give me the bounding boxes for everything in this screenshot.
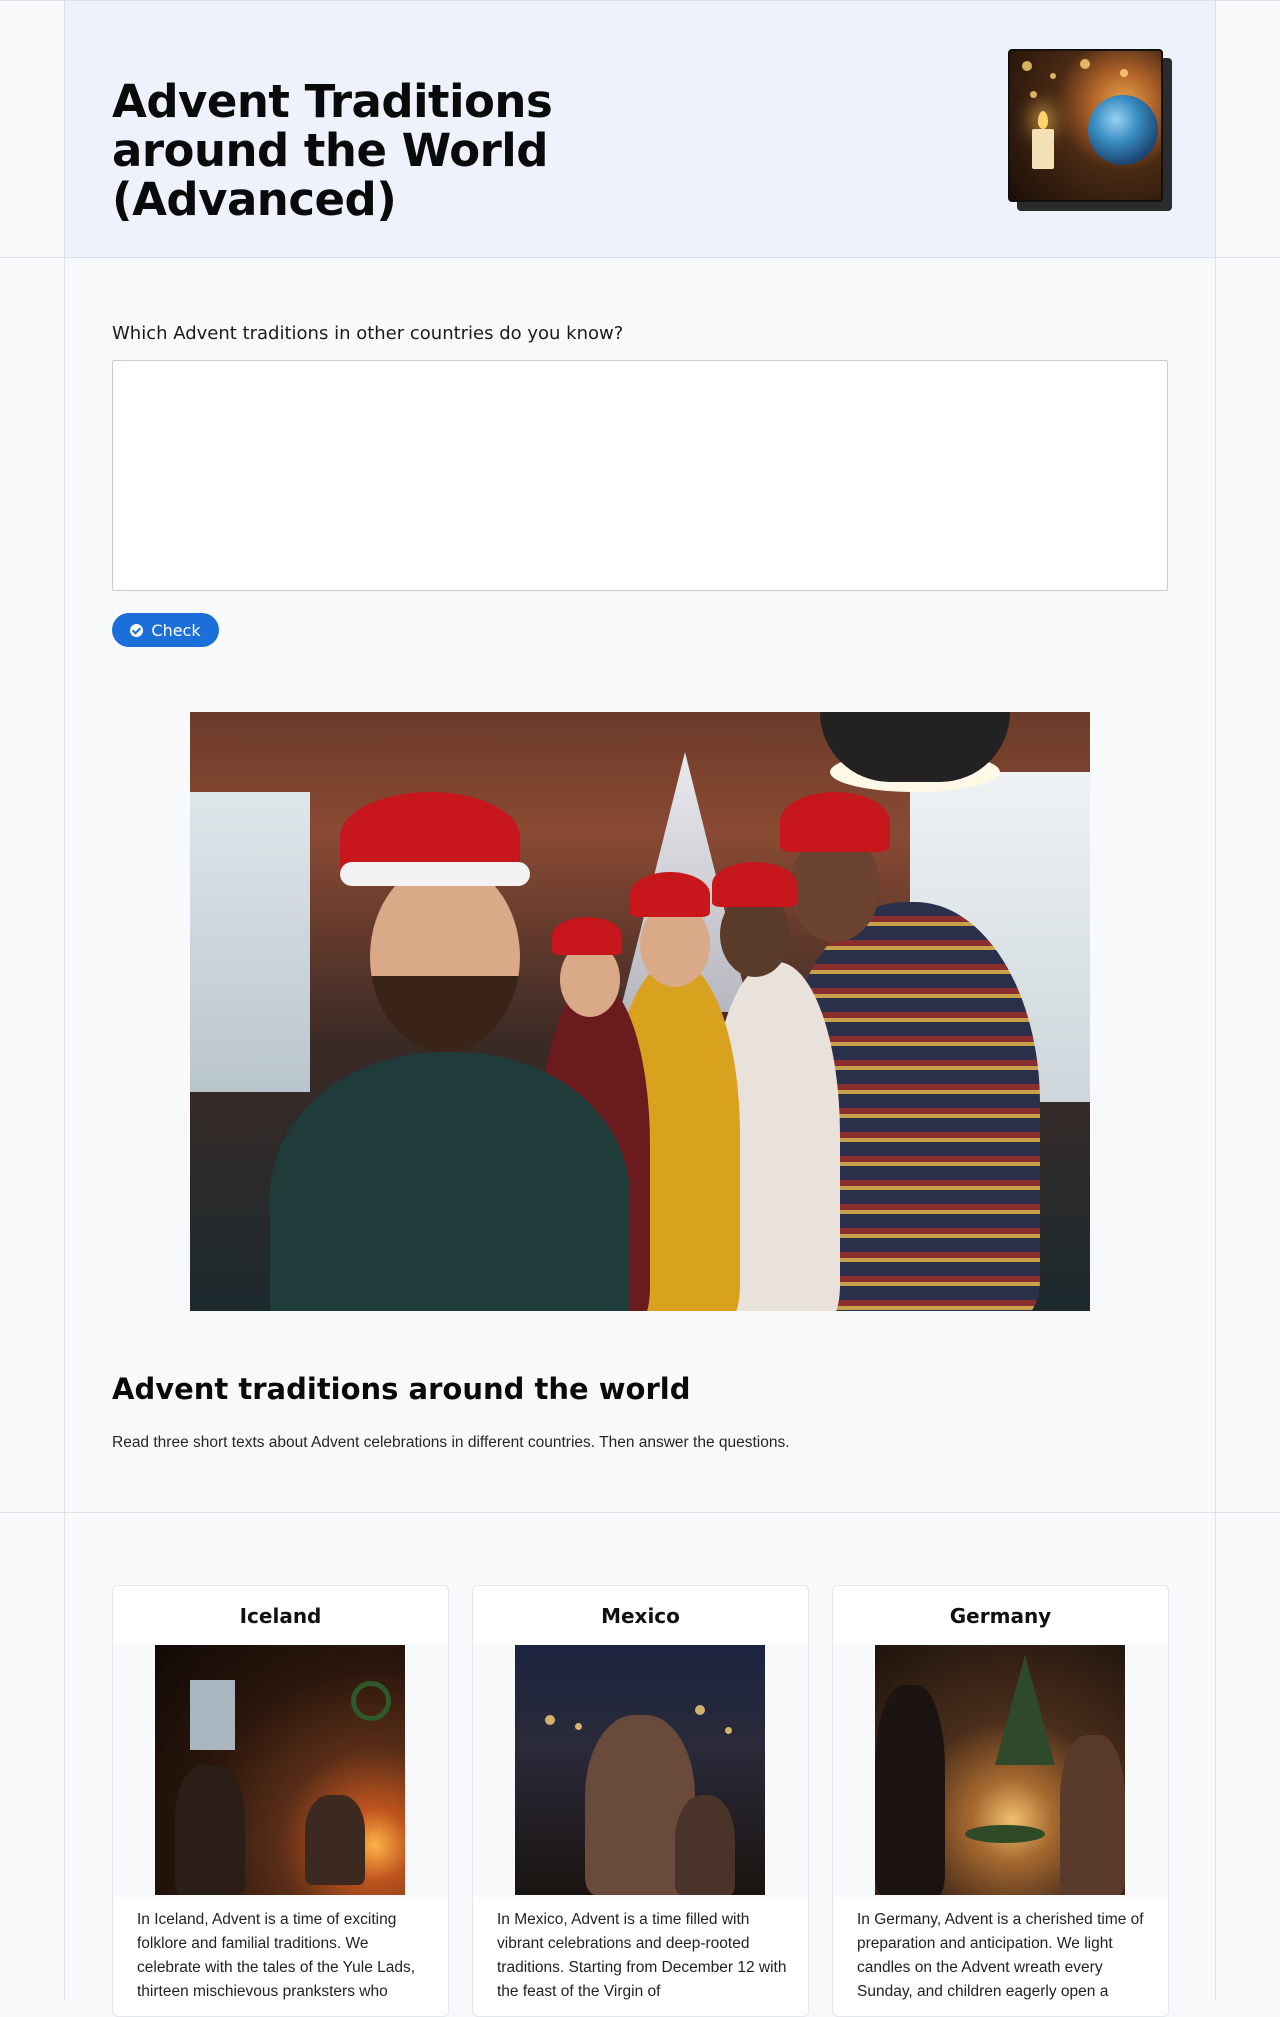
candle-procession-image (515, 1645, 765, 1895)
answer-textarea[interactable] (112, 360, 1168, 591)
person-silhouette (875, 1685, 945, 1895)
bokeh-light (725, 1727, 732, 1734)
header-divider (0, 257, 1280, 258)
bokeh-light (695, 1705, 705, 1715)
fireplace-wreath (351, 1681, 391, 1721)
section-divider (0, 1512, 1280, 1513)
check-circle-icon (130, 623, 144, 637)
card-title: Germany (949, 1604, 1052, 1628)
group-selfie-christmas-party-image (190, 712, 1090, 1311)
child-silhouette (675, 1795, 735, 1895)
window (190, 1680, 235, 1750)
card-image-area (833, 1645, 1168, 1897)
bokeh-light (1050, 73, 1056, 79)
right-guide-line (1215, 0, 1216, 2000)
santa-hat (780, 792, 890, 852)
card-mexico: Mexico In Mexico, Advent is a time fille… (472, 1585, 809, 2017)
left-guide-line (64, 0, 65, 2000)
card-image-area (113, 1645, 448, 1897)
bokeh-light (1120, 69, 1128, 77)
check-button[interactable]: Check (112, 613, 219, 647)
candle (1032, 129, 1054, 169)
bokeh-light (1080, 59, 1090, 69)
section-intro: Read three short texts about Advent cele… (112, 1434, 790, 1451)
person-silhouette (175, 1765, 245, 1895)
globe-ornament (1088, 95, 1158, 165)
santa-hat (712, 862, 797, 907)
card-text: In Mexico, Advent is a time filled with … (497, 1911, 787, 2000)
card-germany: Germany In Germany, Advent is a cherishe… (832, 1585, 1169, 2017)
person-silhouette (305, 1795, 365, 1885)
bokeh-light (545, 1715, 555, 1725)
page-header: Advent Traditions around the World (Adva… (65, 1, 1215, 257)
header-thumbnail (1008, 49, 1172, 211)
advent-wreath-family-image (875, 1645, 1125, 1895)
card-text: In Iceland, Advent is a time of exciting… (137, 1911, 416, 2000)
card-text: In Germany, Advent is a cherished time o… (857, 1911, 1144, 2000)
window-left (190, 792, 310, 1092)
bokeh-light (575, 1723, 582, 1730)
santa-hat-brim (340, 862, 530, 886)
santa-hat (630, 872, 710, 917)
christmas-tree (995, 1655, 1055, 1765)
question-label: Which Advent traditions in other countri… (112, 323, 624, 344)
page-title: Advent Traditions around the World (Adva… (112, 75, 553, 226)
santa-hat (552, 917, 622, 955)
card-title: Iceland (239, 1604, 322, 1628)
check-button-label: Check (151, 620, 201, 640)
advent-wreath (965, 1825, 1045, 1843)
card-iceland: Iceland In Iceland, Advent is a time of … (112, 1585, 449, 2017)
card-image-area (473, 1645, 808, 1897)
candle-flame (1038, 111, 1048, 129)
person-bearded-face (370, 862, 520, 1052)
bokeh-light (1030, 91, 1037, 98)
advent-candle-globe-image (1008, 49, 1163, 202)
section-heading: Advent traditions around the world (112, 1372, 691, 1406)
card-title: Mexico (601, 1604, 680, 1628)
family-by-fireplace-image (155, 1645, 405, 1895)
person-silhouette (1060, 1735, 1125, 1895)
bokeh-light (1022, 61, 1032, 71)
person-green-sweater (270, 1052, 630, 1311)
